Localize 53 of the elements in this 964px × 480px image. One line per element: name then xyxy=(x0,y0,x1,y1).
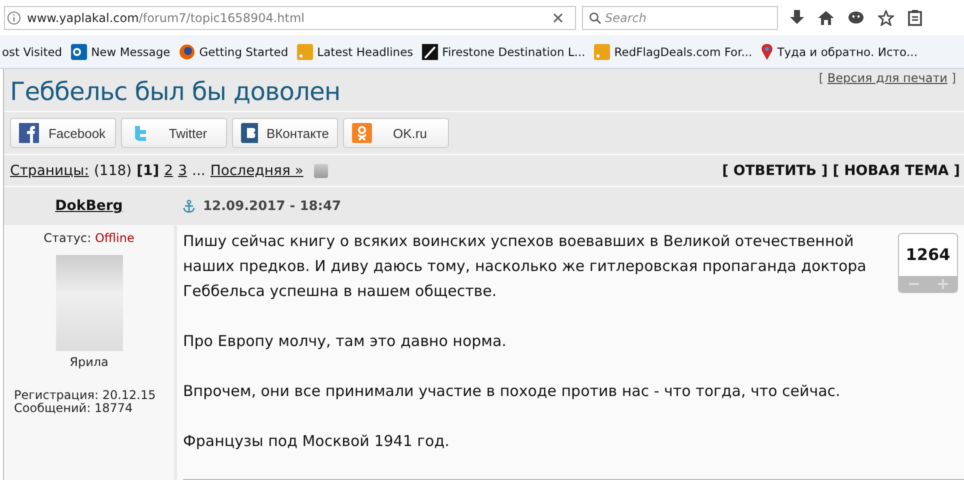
share-button[interactable]: OK.ru xyxy=(343,118,449,148)
post-paragraph: Впрочем, они все принимали участие в походе против нас - что тогда, что сейчас. xyxy=(183,381,842,402)
vk-icon xyxy=(241,123,258,143)
facebook-icon xyxy=(19,123,39,143)
message-count: Сообщений: 18774 xyxy=(14,402,134,415)
share-button[interactable]: ВКонтакте xyxy=(232,118,338,148)
print-version-text: [ Версия для печати ] xyxy=(818,71,956,87)
pages-link[interactable]: Страницы: xyxy=(10,162,89,178)
anchor-icon xyxy=(183,200,195,212)
share-button[interactable]: Facebook xyxy=(10,118,116,148)
page-link[interactable]: 2 xyxy=(164,162,174,178)
bookmark-item[interactable]: Getting Started xyxy=(179,44,288,60)
search-field[interactable]: Search xyxy=(582,6,778,30)
home-icon[interactable] xyxy=(818,10,834,24)
avatar-caption: Ярила xyxy=(70,355,108,369)
ok-icon xyxy=(352,123,372,143)
dropdown-toggle[interactable] xyxy=(314,164,328,178)
pin-icon xyxy=(761,44,774,60)
last-page-link[interactable]: Последняя » xyxy=(210,162,304,178)
action-link[interactable]: [ ОТВЕТИТЬ ] xyxy=(722,162,828,178)
ellipsis-text: ... xyxy=(192,162,206,178)
page-link[interactable]: [1] xyxy=(136,162,160,178)
bookmark-item[interactable]: ost Visited xyxy=(2,44,62,58)
status-text: Статус: Offline xyxy=(44,231,134,245)
author-name[interactable]: DokBerg xyxy=(55,198,123,214)
post-paragraph: Французы под Москвой 1941 год. xyxy=(183,431,450,452)
print-version-link[interactable]: Версия для печати xyxy=(827,71,948,85)
bookmark-item[interactable]: New Message xyxy=(71,44,170,60)
rating-value: 1264 xyxy=(904,244,952,266)
info-icon xyxy=(7,10,21,24)
registration-date: Регистрация: 20.12.15 xyxy=(14,389,156,402)
address-bar[interactable]: www.yaplakal.com/forum7/topic1658904.html xyxy=(4,6,576,30)
bookmark-item[interactable]: Firestone Destination L... xyxy=(422,44,586,60)
download-icon[interactable] xyxy=(790,10,804,26)
feed-icon xyxy=(297,44,314,60)
feed-icon xyxy=(594,44,610,60)
bookmark-item[interactable]: Туда и обратно. Исто... xyxy=(761,44,918,60)
topic-title: Геббельс был бы доволен xyxy=(10,76,340,108)
bookmark-item[interactable]: Latest Headlines xyxy=(297,44,414,60)
page-count: (118) xyxy=(94,162,132,178)
bookmark-item[interactable]: RedFlagDeals.com For... xyxy=(594,44,752,60)
star-icon[interactable] xyxy=(878,10,894,26)
clipboard-icon[interactable] xyxy=(908,10,922,26)
post-paragraph: Пишу сейчас книгу о всяких воинских успехов воевавших в Великой отечественной наших предков. И диву даюсь тому, насколько же гитлеровская пропаганда доктора Геббельса успешна в нашем обществе. xyxy=(183,231,868,302)
page-link[interactable]: 3 xyxy=(178,162,187,178)
action-link[interactable]: [ НОВАЯ ТЕМА ] xyxy=(832,162,960,178)
search-icon xyxy=(589,12,601,24)
clear-icon[interactable] xyxy=(553,12,563,22)
share-button[interactable]: Twitter xyxy=(121,118,227,148)
url-text: www.yaplakal.com/forum7/topic1658904.html xyxy=(26,10,306,24)
chat-icon[interactable] xyxy=(848,10,864,24)
post-date: 12.09.2017 - 18:47 xyxy=(203,198,342,214)
post-paragraph: Про Европу молчу, там это давно норма. xyxy=(183,331,508,352)
